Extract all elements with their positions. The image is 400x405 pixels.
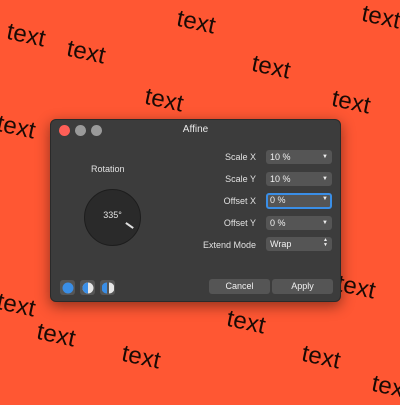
- offset-y-value: 0 %: [270, 218, 286, 228]
- half-circle-mode-button[interactable]: [80, 280, 95, 295]
- background-text: text: [0, 110, 38, 145]
- full-circle-mode-button[interactable]: [60, 280, 75, 295]
- extend-mode-select[interactable]: Wrap ▲ ▼: [266, 237, 332, 251]
- background-text: text: [4, 18, 48, 53]
- dialog-title: Affine: [182, 124, 209, 135]
- dial-pointer-icon: [125, 222, 134, 229]
- cancel-button[interactable]: Cancel: [209, 279, 270, 294]
- scale-y-value: 10 %: [270, 174, 291, 184]
- affine-dialog: Affine Rotation 335° Scale X 10 % ▼ Scal…: [50, 119, 341, 302]
- background-text: text: [329, 85, 373, 120]
- split-circle-mode-button[interactable]: [100, 280, 115, 295]
- background-text: text: [142, 83, 186, 118]
- background-text: text: [119, 340, 163, 375]
- scale-y-dropdown[interactable]: 10 % ▼: [266, 172, 332, 186]
- chevron-down-icon: ▼: [322, 154, 328, 160]
- chevron-down-icon: ▼: [322, 220, 328, 226]
- split-circle-icon: [101, 282, 114, 293]
- offset-y-label: Offset Y: [223, 218, 256, 228]
- background-text: text: [299, 340, 343, 375]
- up-down-stepper-icon: ▲ ▼: [323, 237, 328, 248]
- chevron-down-icon: ▼: [322, 196, 328, 202]
- extend-mode-label: Extend Mode: [202, 240, 256, 250]
- scale-y-label: Scale Y: [225, 174, 256, 184]
- scale-x-dropdown[interactable]: 10 % ▼: [266, 150, 332, 164]
- rotation-dial[interactable]: 335°: [84, 189, 141, 246]
- extend-mode-value: Wrap: [270, 239, 292, 249]
- scale-x-value: 10 %: [270, 152, 291, 162]
- background-text: text: [224, 305, 268, 340]
- background-text: text: [64, 35, 108, 70]
- rotation-label: Rotation: [91, 164, 125, 174]
- background-text: text: [359, 0, 400, 35]
- chevron-down-icon: ▼: [322, 176, 328, 182]
- half-circle-icon: [82, 282, 93, 293]
- apply-button[interactable]: Apply: [272, 279, 333, 294]
- offset-x-dropdown[interactable]: 0 % ▼: [266, 193, 332, 209]
- rotation-value: 335°: [103, 210, 122, 220]
- scale-x-label: Scale X: [224, 152, 256, 162]
- offset-y-dropdown[interactable]: 0 % ▼: [266, 216, 332, 230]
- offset-x-label: Offset X: [223, 196, 256, 206]
- title-bar: Affine: [51, 120, 340, 140]
- full-circle-icon: [62, 282, 73, 293]
- background-text: text: [174, 5, 218, 40]
- background-text: text: [34, 318, 78, 353]
- background-text: text: [249, 50, 293, 85]
- background-text: text: [0, 288, 38, 323]
- offset-x-value: 0 %: [270, 195, 286, 205]
